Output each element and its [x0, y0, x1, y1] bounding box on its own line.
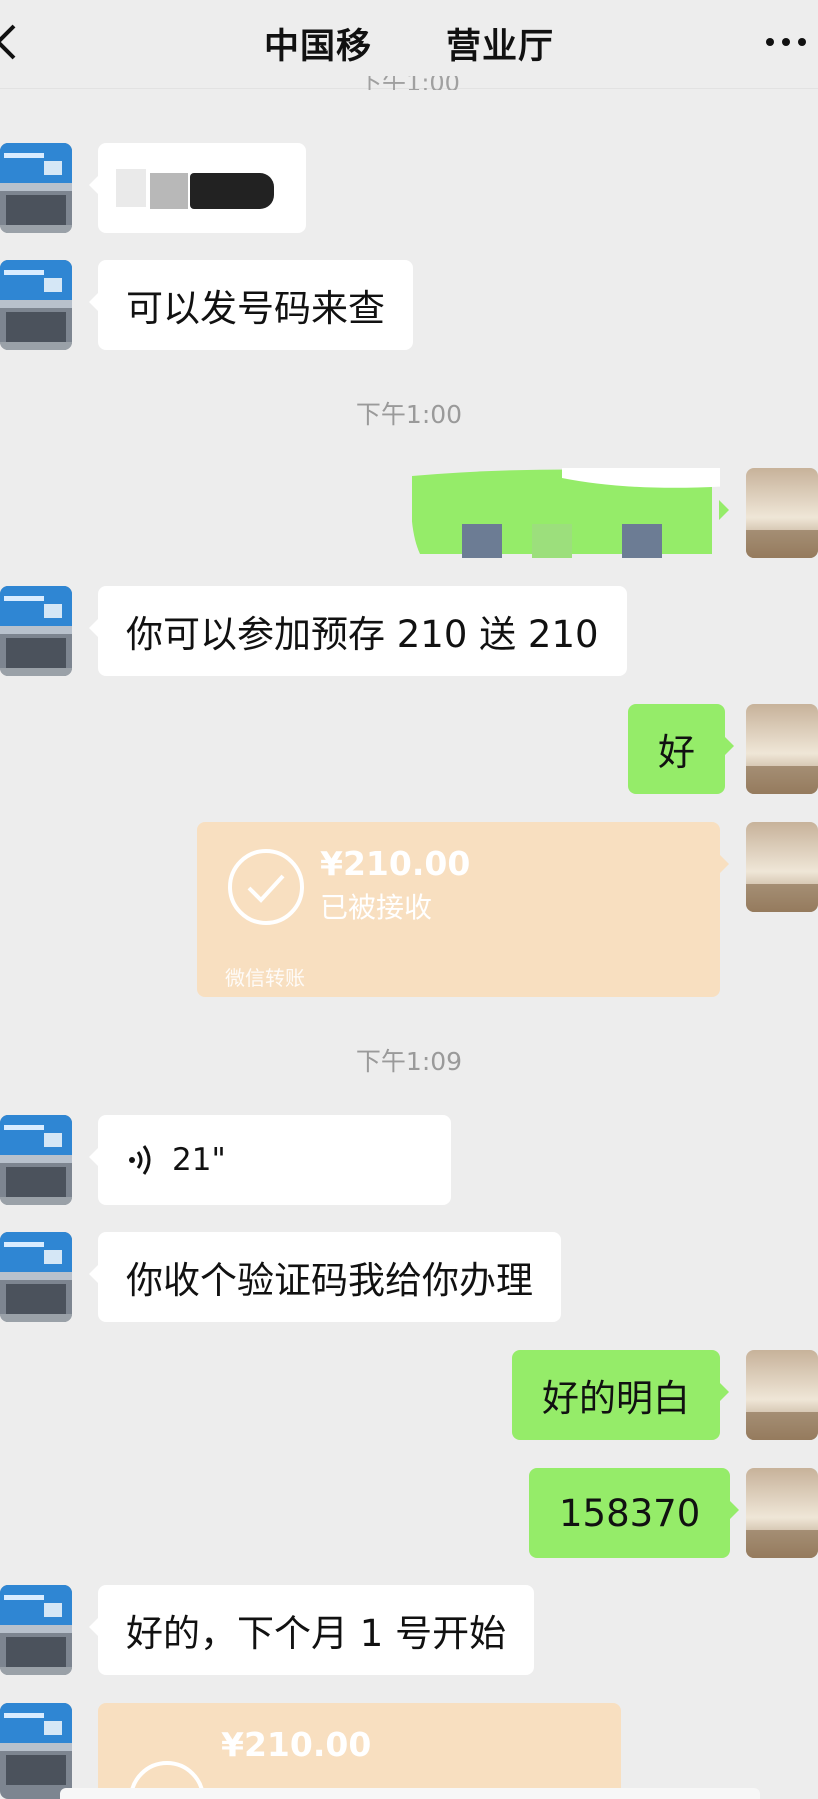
store-avatar-image: [0, 1232, 72, 1322]
message-bubble[interactable]: 好: [628, 704, 734, 794]
transfer-status: 已被接收: [320, 891, 433, 924]
timestamp: 下午1:09: [355, 1047, 463, 1076]
store-avatar-image: [0, 1703, 72, 1799]
title-redaction: [372, 22, 446, 58]
store-avatar-image: [0, 1585, 72, 1675]
chat-title: 中国移 营业厅: [0, 18, 818, 69]
transfer-card-partial[interactable]: ¥210.00: [98, 1703, 621, 1799]
user-avatar[interactable]: [746, 822, 818, 912]
message-bubble[interactable]: 158370: [529, 1468, 740, 1558]
message-text: 158370: [559, 1491, 701, 1535]
contact-avatar[interactable]: [0, 1232, 72, 1322]
message-bubble[interactable]: 你可以参加预存 210 送 210: [89, 586, 627, 676]
input-bar-edge: [60, 1788, 760, 1799]
message-bubble[interactable]: 好的明白: [512, 1350, 729, 1440]
store-avatar-image: [0, 260, 72, 350]
user-avatar[interactable]: [746, 1468, 818, 1558]
chat-title-left: 中国移: [263, 27, 372, 67]
sunset-avatar-image: [746, 1350, 818, 1440]
message-text: 你收个验证码我给你办理: [126, 1259, 533, 1302]
user-avatar[interactable]: [746, 468, 818, 558]
message-text: 你可以参加预存 210 送 210: [126, 613, 599, 656]
transfer-amount: ¥210.00: [221, 1725, 372, 1764]
user-avatar[interactable]: [746, 704, 818, 794]
sunset-avatar-image: [746, 1468, 818, 1558]
contact-avatar[interactable]: [0, 143, 72, 233]
transfer-card[interactable]: ¥210.00 已被接收 微信转账: [197, 822, 729, 997]
redacted-content: [412, 468, 720, 558]
message-bubble-redacted[interactable]: [89, 143, 306, 233]
store-avatar-image: [0, 586, 72, 676]
sunset-avatar-image: [746, 822, 818, 912]
contact-avatar[interactable]: [0, 1703, 72, 1799]
message-bubble[interactable]: 可以发号码来查: [89, 260, 413, 350]
message-text: 好: [658, 731, 695, 774]
timestamp: 下午1:00: [355, 400, 463, 429]
sunset-avatar-image: [746, 704, 818, 794]
user-avatar[interactable]: [746, 1350, 818, 1440]
message-text: 好的明白: [542, 1377, 690, 1420]
contact-avatar[interactable]: [0, 586, 72, 676]
message-bubble[interactable]: 你收个验证码我给你办理: [89, 1232, 561, 1322]
redaction-block: [150, 173, 188, 209]
chat-title-right: 营业厅: [446, 27, 555, 67]
contact-avatar[interactable]: [0, 1585, 72, 1675]
store-avatar-image: [0, 143, 72, 233]
redaction-block: [116, 169, 146, 207]
transfer-amount: ¥210.00: [320, 844, 471, 883]
sunset-avatar-image: [746, 468, 818, 558]
redaction-block: [190, 173, 274, 209]
store-avatar-image: [0, 1115, 72, 1205]
message-text: 好的，下个月 1 号开始: [126, 1612, 507, 1655]
received-check-icon: [228, 849, 304, 925]
more-options-icon[interactable]: [764, 36, 808, 48]
voice-duration: 21": [172, 1142, 226, 1178]
voice-message-bubble[interactable]: 21": [89, 1115, 451, 1205]
message-bubble-redacted[interactable]: [412, 468, 729, 558]
contact-avatar[interactable]: [0, 1115, 72, 1205]
transfer-label: 微信转账: [225, 966, 305, 990]
message-bubble[interactable]: 好的，下个月 1 号开始: [88, 1585, 535, 1675]
contact-avatar[interactable]: [0, 260, 72, 350]
message-text: 可以发号码来查: [126, 287, 385, 330]
voice-wave-icon: [129, 1145, 151, 1175]
timestamp-clipped: 下午1:00: [358, 76, 460, 90]
